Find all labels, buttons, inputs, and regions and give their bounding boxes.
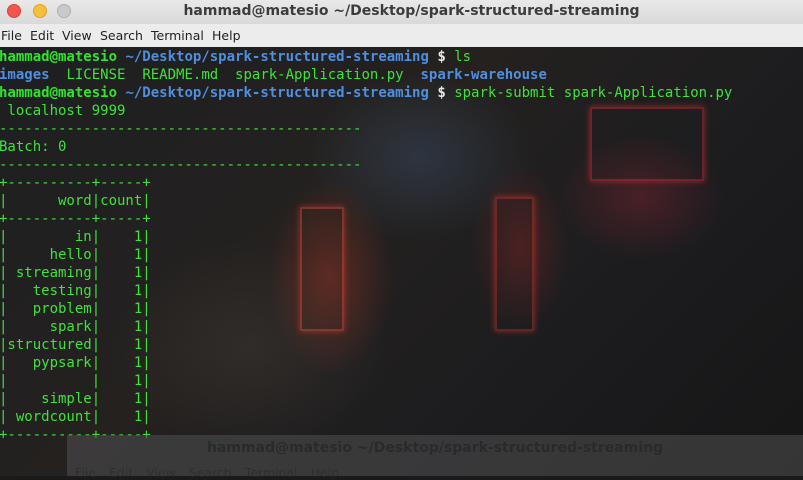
- table-header: | word|count|: [0, 193, 151, 209]
- table-row: | in| 1|: [0, 229, 151, 245]
- ls-item-images: images: [0, 67, 50, 83]
- menu-terminal[interactable]: Terminal: [151, 28, 204, 43]
- batch-line: Batch: 0: [0, 139, 67, 155]
- command-ls: ls: [454, 49, 472, 65]
- table-row: | spark| 1|: [0, 319, 151, 335]
- ls-item-application: spark-Application.py: [235, 67, 404, 83]
- table-row: | wordcount| 1|: [0, 409, 151, 425]
- prompt-user: hammad@matesio: [0, 85, 118, 101]
- separator-line: ----------------------------------------…: [0, 121, 362, 137]
- table-row: |structured| 1|: [0, 337, 151, 353]
- table-row: | streaming| 1|: [0, 265, 151, 281]
- table-row: | hello| 1|: [0, 247, 151, 263]
- separator-line: ----------------------------------------…: [0, 157, 362, 173]
- menu-file[interactable]: File: [1, 28, 22, 43]
- bg-menu-edit[interactable]: Edit: [109, 465, 133, 480]
- background-window-title: hammad@matesio ~/Desktop/spark-structure…: [206, 440, 664, 456]
- ls-item-readme: README.md: [142, 67, 219, 83]
- menu-edit[interactable]: Edit: [30, 28, 54, 43]
- terminal-area[interactable]: hammad@matesio ~/Desktop/spark-structure…: [0, 47, 803, 476]
- table-border-mid: +----------+-----+: [0, 211, 151, 227]
- table-row: | testing| 1|: [0, 283, 151, 299]
- bg-menu-search[interactable]: Search: [189, 465, 232, 480]
- table-row: | simple| 1|: [0, 391, 151, 407]
- ls-item-license: LICENSE: [66, 67, 126, 83]
- prompt-line-2: hammad@matesio ~/Desktop/spark-structure…: [0, 84, 732, 102]
- prompt-symbol: $: [437, 85, 446, 101]
- background-menubar: File Edit View Search Terminal Help: [75, 465, 348, 480]
- prompt-path: ~/Desktop/spark-structured-streaming: [125, 85, 429, 101]
- prompt-path: ~/Desktop/spark-structured-streaming: [125, 49, 429, 65]
- window-title: hammad@matesio ~/Desktop/spark-structure…: [183, 3, 640, 19]
- bg-menu-file[interactable]: File: [75, 465, 96, 480]
- menubar: File Edit View Search Terminal Help: [0, 24, 803, 48]
- table-row: | pypsark| 1|: [0, 355, 151, 371]
- prompt-user: hammad@matesio: [0, 49, 118, 65]
- prompt-symbol: $: [437, 49, 446, 65]
- prompt-line-1: hammad@matesio ~/Desktop/spark-structure…: [0, 48, 732, 66]
- table-row: | problem| 1|: [0, 301, 151, 317]
- menu-search[interactable]: Search: [100, 28, 143, 43]
- ls-item-warehouse: spark-warehouse: [420, 67, 547, 83]
- bg-menu-help[interactable]: Help: [311, 465, 340, 480]
- window-titlebar[interactable]: hammad@matesio ~/Desktop/spark-structure…: [0, 0, 803, 25]
- table-row: | | 1|: [0, 373, 151, 389]
- table-border-top: +----------+-----+: [0, 175, 151, 191]
- background-terminal-window[interactable]: hammad@matesio ~/Desktop/spark-structure…: [67, 435, 803, 480]
- ls-output-line: images LICENSE README.md spark-Applicati…: [0, 66, 732, 84]
- command-spark-submit: spark-submit spark-Application.py: [454, 85, 733, 101]
- menu-view[interactable]: View: [62, 28, 92, 43]
- menu-help[interactable]: Help: [212, 28, 241, 43]
- bg-menu-view[interactable]: View: [146, 465, 176, 480]
- bg-menu-terminal[interactable]: Terminal: [245, 465, 298, 480]
- argument-line: localhost 9999: [0, 103, 126, 119]
